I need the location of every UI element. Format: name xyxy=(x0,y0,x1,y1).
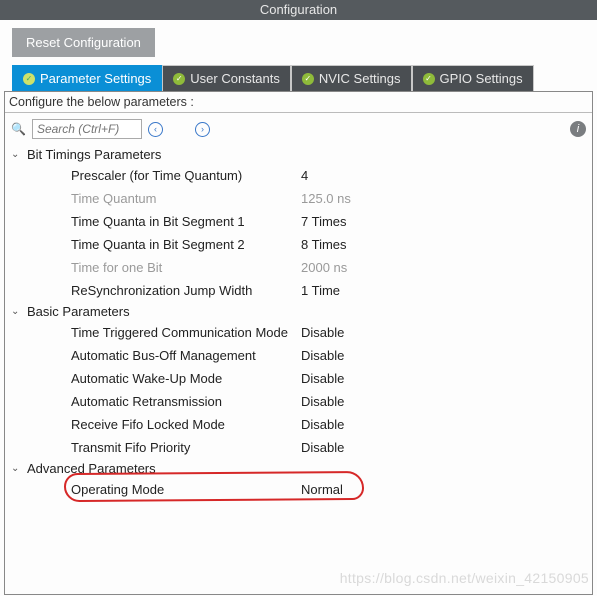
param-rx-fifo-locked[interactable]: Receive Fifo Locked Mode Disable xyxy=(9,413,588,436)
param-time-one-bit: Time for one Bit 2000 ns xyxy=(9,256,588,279)
parameter-panel: Configure the below parameters : 🔍 ‹ › i… xyxy=(4,91,593,595)
group-bit-timings[interactable]: ⌄ Bit Timings Parameters xyxy=(9,145,588,164)
chevron-down-icon: ⌄ xyxy=(11,463,23,474)
param-value: Disable xyxy=(301,392,344,411)
tab-user-constants[interactable]: ✓ User Constants xyxy=(162,65,291,91)
group-basic-body: Time Triggered Communication Mode Disabl… xyxy=(9,321,588,459)
group-label: Basic Parameters xyxy=(27,304,130,319)
param-label: Time Quanta in Bit Segment 1 xyxy=(71,212,301,231)
param-label: Receive Fifo Locked Mode xyxy=(71,415,301,434)
param-value: Disable xyxy=(301,323,344,342)
param-auto-busoff[interactable]: Automatic Bus-Off Management Disable xyxy=(9,344,588,367)
tab-label: User Constants xyxy=(190,71,280,86)
search-input[interactable] xyxy=(32,119,142,139)
panel-subheader: Configure the below parameters : xyxy=(5,92,592,113)
param-label: Automatic Retransmission xyxy=(71,392,301,411)
watermark: https://blog.csdn.net/weixin_42150905 xyxy=(340,570,589,586)
group-label: Advanced Parameters xyxy=(27,461,156,476)
param-value: Disable xyxy=(301,346,344,365)
check-icon: ✓ xyxy=(23,73,35,85)
tab-parameter-settings[interactable]: ✓ Parameter Settings xyxy=(12,65,162,91)
param-tx-fifo-priority[interactable]: Transmit Fifo Priority Disable xyxy=(9,436,588,459)
param-time-triggered[interactable]: Time Triggered Communication Mode Disabl… xyxy=(9,321,588,344)
check-icon: ✓ xyxy=(173,73,185,85)
group-advanced-body: Operating Mode Normal xyxy=(9,478,588,501)
window-title: Configuration xyxy=(0,0,597,20)
param-label: Time Triggered Communication Mode xyxy=(71,323,301,342)
tab-label: Parameter Settings xyxy=(40,71,151,86)
param-tq-seg2[interactable]: Time Quanta in Bit Segment 2 8 Times xyxy=(9,233,588,256)
search-next-button[interactable]: › xyxy=(195,122,210,137)
info-icon[interactable]: i xyxy=(570,121,586,137)
search-prev-button[interactable]: ‹ xyxy=(148,122,163,137)
param-label: Transmit Fifo Priority xyxy=(71,438,301,457)
param-label: Automatic Bus-Off Management xyxy=(71,346,301,365)
param-label: Operating Mode xyxy=(71,480,301,499)
param-value: 7 Times xyxy=(301,212,347,231)
tab-gpio-settings[interactable]: ✓ GPIO Settings xyxy=(412,65,534,91)
group-advanced[interactable]: ⌄ Advanced Parameters xyxy=(9,459,588,478)
param-value: Disable xyxy=(301,438,344,457)
tab-label: NVIC Settings xyxy=(319,71,401,86)
param-value: 1 Time xyxy=(301,281,340,300)
param-prescaler[interactable]: Prescaler (for Time Quantum) 4 xyxy=(9,164,588,187)
param-value: 2000 ns xyxy=(301,258,347,277)
param-label: Prescaler (for Time Quantum) xyxy=(71,166,301,185)
param-value: Normal xyxy=(301,480,343,499)
param-value: 125.0 ns xyxy=(301,189,351,208)
tab-label: GPIO Settings xyxy=(440,71,523,86)
tab-bar: ✓ Parameter Settings ✓ User Constants ✓ … xyxy=(0,65,597,91)
group-basic[interactable]: ⌄ Basic Parameters xyxy=(9,302,588,321)
param-label: Time Quantum xyxy=(71,189,301,208)
param-time-quantum: Time Quantum 125.0 ns xyxy=(9,187,588,210)
group-label: Bit Timings Parameters xyxy=(27,147,161,162)
toolbar: Reset Configuration xyxy=(0,20,597,65)
param-value: 8 Times xyxy=(301,235,347,254)
param-value: Disable xyxy=(301,369,344,388)
param-label: Automatic Wake-Up Mode xyxy=(71,369,301,388)
param-operating-mode[interactable]: Operating Mode Normal xyxy=(9,478,588,501)
check-icon: ✓ xyxy=(302,73,314,85)
check-icon: ✓ xyxy=(423,73,435,85)
param-resync-jump-width[interactable]: ReSynchronization Jump Width 1 Time xyxy=(9,279,588,302)
tab-nvic-settings[interactable]: ✓ NVIC Settings xyxy=(291,65,412,91)
group-bit-timings-body: Prescaler (for Time Quantum) 4 Time Quan… xyxy=(9,164,588,302)
chevron-down-icon: ⌄ xyxy=(11,306,23,317)
param-auto-wakeup[interactable]: Automatic Wake-Up Mode Disable xyxy=(9,367,588,390)
search-row: 🔍 ‹ › i xyxy=(5,113,592,143)
param-label: ReSynchronization Jump Width xyxy=(71,281,301,300)
parameter-tree: ⌄ Bit Timings Parameters Prescaler (for … xyxy=(5,143,592,503)
param-auto-retrans[interactable]: Automatic Retransmission Disable xyxy=(9,390,588,413)
reset-configuration-button[interactable]: Reset Configuration xyxy=(12,28,155,57)
param-tq-seg1[interactable]: Time Quanta in Bit Segment 1 7 Times xyxy=(9,210,588,233)
chevron-down-icon: ⌄ xyxy=(11,149,23,160)
param-label: Time Quanta in Bit Segment 2 xyxy=(71,235,301,254)
param-value: Disable xyxy=(301,415,344,434)
param-label: Time for one Bit xyxy=(71,258,301,277)
param-value: 4 xyxy=(301,166,308,185)
search-icon: 🔍 xyxy=(11,122,26,136)
